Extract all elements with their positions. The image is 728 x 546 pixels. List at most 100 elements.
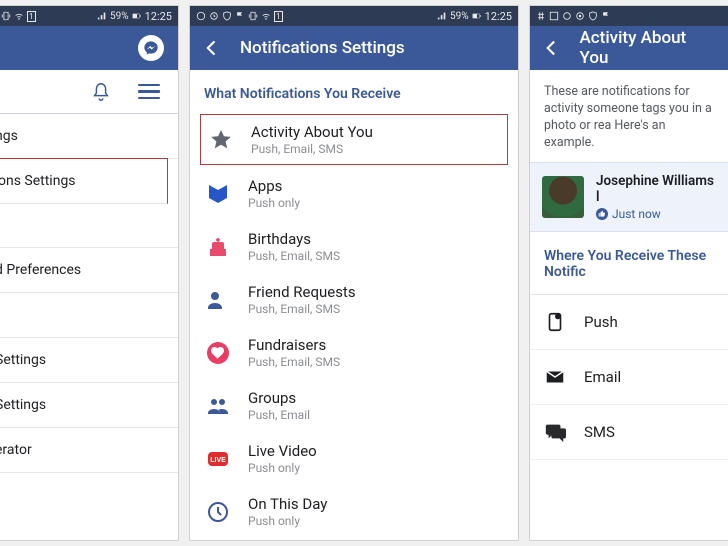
notification-category-row[interactable]: AppsPush only bbox=[190, 167, 518, 220]
tab-bar bbox=[0, 70, 178, 114]
phone-2-notification-settings: 1 59% 12:25 Notifications Settings What … bbox=[189, 5, 519, 541]
page-title: Notifications Settings bbox=[240, 38, 405, 58]
example-user-name: Josephine Williams l bbox=[596, 173, 716, 205]
battery-pct: 59% bbox=[110, 11, 129, 22]
vibrate-icon bbox=[248, 11, 258, 21]
live-icon: LIVE bbox=[204, 445, 232, 473]
description-text: These are notifications for activity som… bbox=[530, 70, 728, 162]
svg-text:LIVE: LIVE bbox=[210, 457, 226, 464]
messenger-icon bbox=[143, 40, 159, 56]
page-header: Activity About You bbox=[530, 26, 728, 70]
channels-list: Push Email SMS bbox=[530, 295, 728, 460]
channel-label: Push bbox=[584, 313, 618, 331]
notification-category-row[interactable]: On This DayPush only bbox=[190, 485, 518, 538]
row-subtitle: Push, Email, SMS bbox=[248, 249, 340, 263]
settings-row[interactable]: Settings bbox=[0, 383, 178, 428]
heart-icon bbox=[204, 339, 232, 367]
channel-row-push[interactable]: Push bbox=[530, 295, 728, 350]
signal-icon bbox=[97, 11, 107, 21]
page-header: Notifications Settings bbox=[190, 26, 518, 70]
groups-icon bbox=[204, 392, 232, 420]
status-bar: 1 59% 12:25 bbox=[190, 6, 518, 26]
onthisday-icon bbox=[204, 498, 232, 526]
row-subtitle: Push, Email bbox=[248, 408, 310, 422]
status-bar: 1 59% 12:25 bbox=[0, 6, 178, 26]
row-title: Live Video bbox=[248, 442, 317, 460]
clock-icon bbox=[562, 11, 572, 21]
star-icon bbox=[207, 126, 235, 154]
shield-icon bbox=[588, 11, 598, 21]
main-header bbox=[0, 26, 178, 70]
battery-icon bbox=[472, 11, 482, 21]
target-icon bbox=[575, 11, 585, 21]
settings-row[interactable]: erator bbox=[0, 428, 178, 473]
like-icon bbox=[596, 208, 608, 220]
row-subtitle: Push only bbox=[248, 514, 327, 528]
vibrate-icon bbox=[1, 11, 11, 21]
messenger-button[interactable] bbox=[138, 35, 164, 61]
avatar bbox=[542, 176, 584, 218]
row-subtitle: Push, Email, SMS bbox=[248, 355, 340, 369]
notification-category-row[interactable]: LIVE Live VideoPush only bbox=[190, 432, 518, 485]
battery-pct: 59% bbox=[450, 11, 469, 22]
section-heading: What Notifications You Receive bbox=[190, 70, 518, 112]
channel-row-email[interactable]: Email bbox=[530, 350, 728, 405]
settings-row[interactable]: d Preferences bbox=[0, 248, 178, 293]
shield-icon bbox=[222, 11, 232, 21]
row-title: Apps bbox=[248, 177, 300, 195]
wifi-icon bbox=[261, 11, 271, 21]
notification-category-row[interactable]: Friend RequestsPush, Email, SMS bbox=[190, 273, 518, 326]
signal-icon bbox=[437, 11, 447, 21]
clock-icon bbox=[209, 11, 219, 21]
sms-icon bbox=[544, 421, 566, 443]
notification-category-row[interactable]: Activity About YouPush, Email, SMS bbox=[200, 114, 508, 165]
row-title: Fundraisers bbox=[248, 336, 340, 354]
apps-icon bbox=[204, 180, 232, 208]
example-timestamp: Just now bbox=[596, 207, 716, 221]
settings-list: ngsons Settings d PreferencesrSettingsSe… bbox=[0, 114, 178, 473]
row-title: Activity About You bbox=[251, 123, 373, 141]
notifications-tab-icon[interactable] bbox=[90, 81, 112, 103]
settings-row[interactable]: ngs bbox=[0, 114, 178, 159]
image-icon bbox=[549, 11, 559, 21]
row-title: On This Day bbox=[248, 495, 327, 513]
settings-row[interactable]: ons Settings bbox=[0, 158, 168, 204]
channel-label: Email bbox=[584, 368, 621, 386]
phone-3-activity-about-you: Activity About You These are notificatio… bbox=[529, 5, 728, 541]
row-subtitle: Push only bbox=[248, 461, 317, 475]
notification-category-row[interactable]: FundraisersPush, Email, SMS bbox=[190, 326, 518, 379]
row-title: Birthdays bbox=[248, 230, 340, 248]
email-icon bbox=[544, 366, 566, 388]
settings-row[interactable]: Settings bbox=[0, 338, 178, 383]
friend-icon bbox=[204, 286, 232, 314]
row-title: Friend Requests bbox=[248, 283, 356, 301]
row-subtitle: Push, Email, SMS bbox=[248, 302, 356, 316]
app-icon bbox=[196, 11, 206, 21]
notification-category-row[interactable]: GroupsPush, Email bbox=[190, 379, 518, 432]
notification-category-row[interactable]: BirthdaysPush, Email, SMS bbox=[190, 220, 518, 273]
settings-row[interactable]: r bbox=[0, 293, 178, 338]
flag-icon bbox=[235, 11, 245, 21]
channel-label: SMS bbox=[584, 423, 615, 441]
section-heading: Where You Receive These Notific bbox=[530, 232, 728, 290]
menu-tab-icon[interactable] bbox=[138, 84, 160, 100]
clock: 12:25 bbox=[145, 10, 172, 23]
row-subtitle: Push only bbox=[248, 196, 300, 210]
channel-row-sms[interactable]: SMS bbox=[530, 405, 728, 460]
page-title: Activity About You bbox=[580, 28, 716, 68]
birthday-icon bbox=[204, 233, 232, 261]
clock: 12:25 bbox=[485, 10, 512, 23]
row-subtitle: Push, Email, SMS bbox=[251, 142, 373, 156]
wifi-icon bbox=[14, 11, 24, 21]
row-title: Groups bbox=[248, 389, 310, 407]
notification-categories-list: Activity About YouPush, Email, SMSAppsPu… bbox=[190, 112, 518, 538]
settings-row[interactable] bbox=[0, 203, 178, 248]
push-icon bbox=[544, 311, 566, 333]
battery-icon bbox=[132, 11, 142, 21]
back-button[interactable] bbox=[202, 38, 222, 58]
example-notification[interactable]: Josephine Williams l Just now bbox=[530, 162, 728, 232]
flag-icon bbox=[601, 11, 611, 21]
phone-1-settings-list: 1 59% 12:25 ngsons Settings d Preference… bbox=[0, 5, 179, 541]
back-button[interactable] bbox=[542, 38, 562, 58]
status-bar bbox=[530, 6, 728, 26]
